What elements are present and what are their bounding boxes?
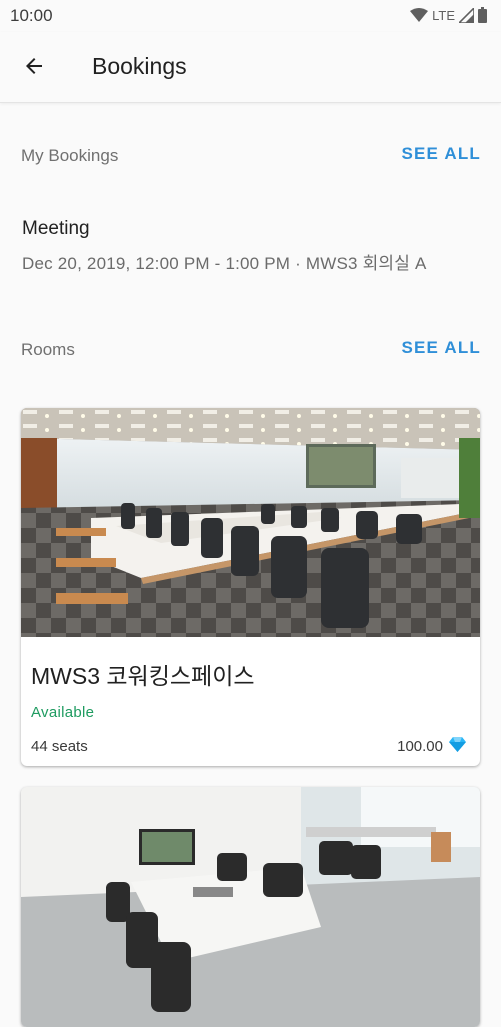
page-title: Bookings xyxy=(92,53,187,79)
room-card[interactable]: MWS3 코워킹스페이스 Available 44 seats 100.00 xyxy=(21,408,480,766)
battery-icon xyxy=(478,7,487,23)
room-price: 100.00 xyxy=(397,737,466,756)
room-seats: 44 seats xyxy=(31,738,88,755)
back-button[interactable] xyxy=(14,48,54,88)
rooms-header: Rooms SEE ALL xyxy=(21,338,481,362)
my-bookings-title: My Bookings xyxy=(21,146,119,165)
room-photo xyxy=(21,408,480,637)
network-type: LTE xyxy=(432,7,455,23)
app-bar: Bookings xyxy=(0,32,501,103)
status-icons: LTE xyxy=(410,7,487,23)
see-all-bookings-button[interactable]: SEE ALL xyxy=(401,144,481,164)
status-bar: 10:00 LTE xyxy=(0,0,501,32)
my-bookings-header: My Bookings SEE ALL xyxy=(21,144,481,168)
status-time: 10:00 xyxy=(10,6,53,25)
room-availability: Available xyxy=(31,704,95,721)
booking-detail: Dec 20, 2019, 12:00 PM - 1:00 PM · MWS3 … xyxy=(22,254,427,273)
see-all-rooms-button[interactable]: SEE ALL xyxy=(401,338,481,358)
diamond-icon xyxy=(449,737,466,756)
cell-signal-icon xyxy=(459,7,474,23)
arrow-back-icon xyxy=(22,54,46,83)
booking-title: Meeting xyxy=(22,218,90,239)
booking-list-item[interactable]: Meeting Dec 20, 2019, 12:00 PM - 1:00 PM… xyxy=(22,218,482,274)
rooms-title: Rooms xyxy=(21,340,75,359)
room-photo xyxy=(21,787,480,1027)
room-price-value: 100.00 xyxy=(397,738,443,755)
room-card[interactable] xyxy=(21,787,480,1027)
wifi-icon xyxy=(410,7,429,23)
room-name: MWS3 코워킹스페이스 xyxy=(31,663,255,689)
